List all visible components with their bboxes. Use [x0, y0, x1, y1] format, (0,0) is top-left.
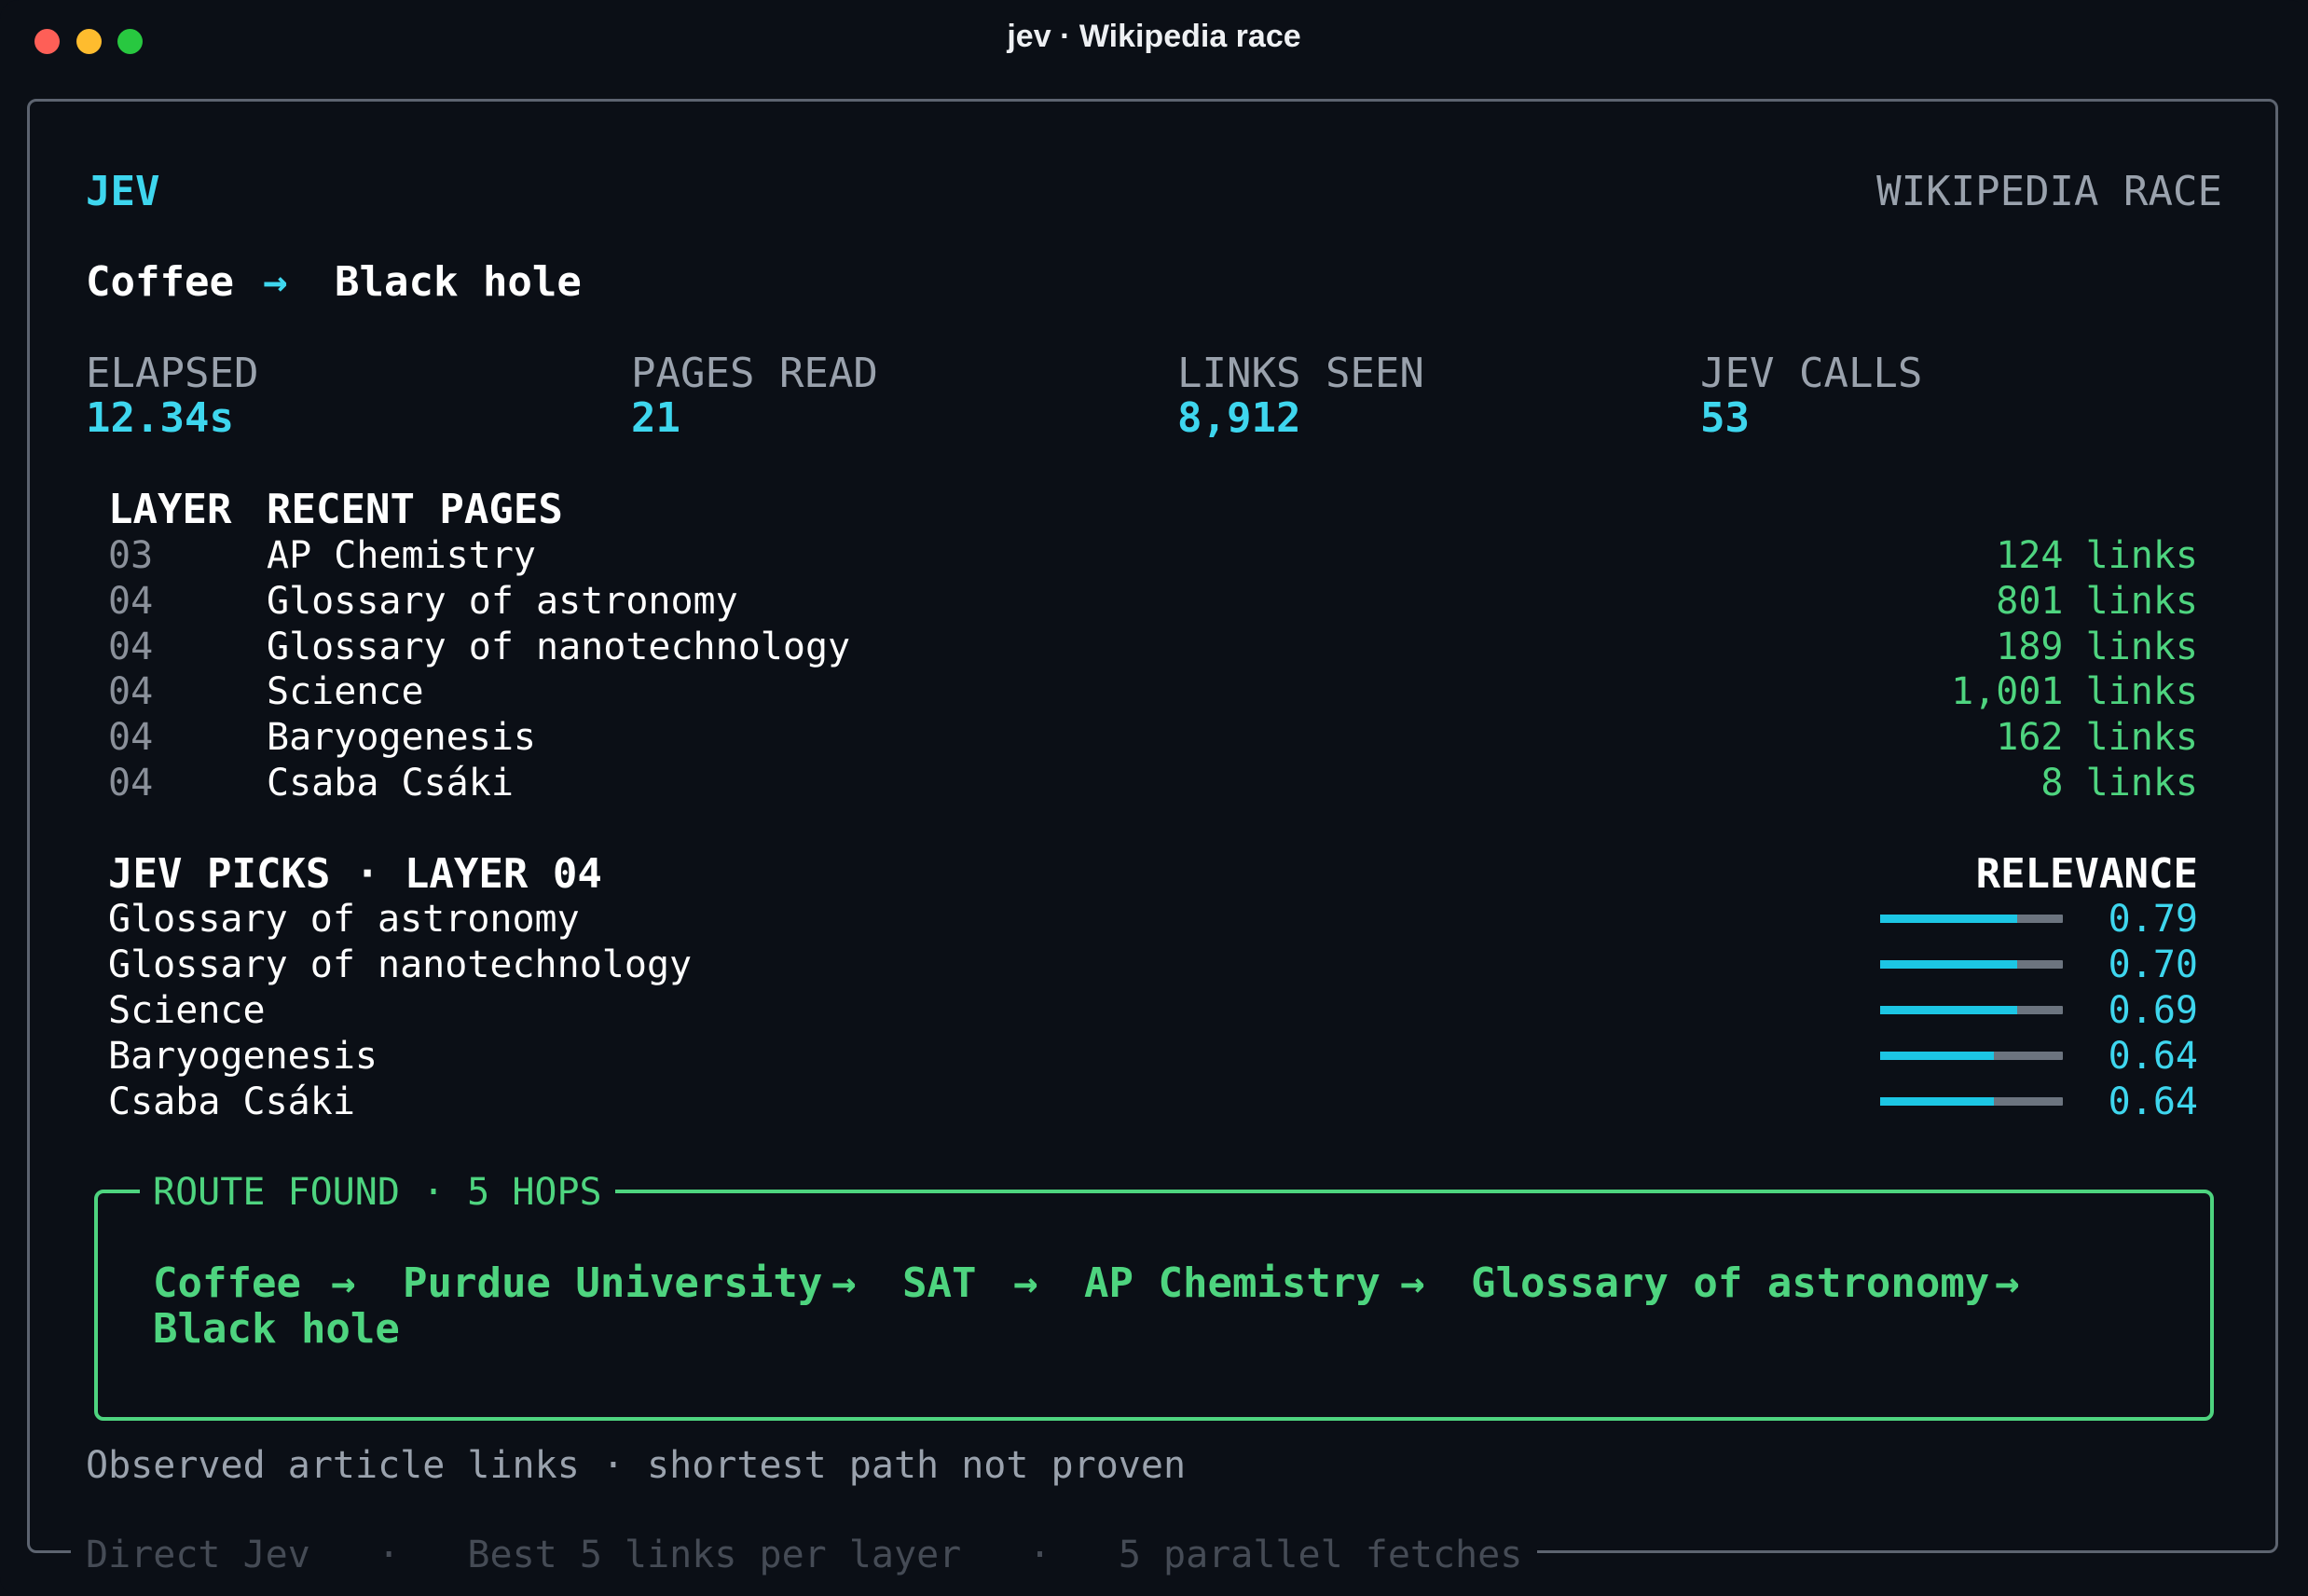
relevance-bar — [1880, 1006, 2063, 1014]
recent-row-layer: 04 — [108, 670, 154, 713]
route-arrow-icon: → — [1013, 1259, 1038, 1307]
relevance-value: 0.79 — [2108, 898, 2198, 941]
recent-row-links: 1,001 links — [1951, 670, 2198, 713]
relevance-header: RELEVANCE — [1975, 850, 2198, 898]
footer-links-per-layer: Best 5 links per layer — [467, 1534, 962, 1576]
stat-label-pages-read: PAGES READ — [631, 350, 878, 397]
footer-fetches: 5 parallel fetches — [1118, 1534, 1523, 1576]
picks-header: JEV PICKS · LAYER 04 — [108, 850, 602, 898]
route-note: Observed article links · shortest path n… — [86, 1444, 1187, 1487]
relevance-bar — [1880, 1097, 2063, 1106]
recent-row-links: 801 links — [1996, 580, 2198, 623]
recent-pages-header: RECENT PAGES — [267, 486, 563, 533]
recent-row-links: 162 links — [1996, 716, 2198, 759]
recent-row-layer: 04 — [108, 762, 154, 805]
stat-value-jev-calls: 53 — [1700, 394, 1750, 442]
pick-title[interactable]: Glossary of nanotechnology — [108, 942, 692, 988]
recent-row-layer: 03 — [108, 534, 154, 577]
stat-value-elapsed: 12.34s — [86, 394, 234, 442]
route-arrow-icon: → — [1400, 1259, 1425, 1307]
brand-label: JEV — [86, 168, 160, 215]
stat-label-elapsed: ELAPSED — [86, 350, 259, 397]
route-found-legend: ROUTE FOUND · 5 HOPS — [140, 1169, 615, 1216]
recent-row-title[interactable]: Baryogenesis — [267, 714, 536, 761]
relevance-value: 0.64 — [2108, 1080, 2198, 1123]
layer-column-header: LAYER — [108, 486, 232, 533]
route-arrow-icon: → — [1995, 1259, 2020, 1307]
footer-separator: · — [378, 1534, 401, 1576]
relevance-value: 0.69 — [2108, 989, 2198, 1032]
race-arrow-icon: → — [263, 258, 288, 306]
recent-row-title[interactable]: Glossary of nanotechnology — [267, 624, 850, 670]
stat-label-links-seen: LINKS SEEN — [1177, 350, 1424, 397]
pick-title[interactable]: Glossary of astronomy — [108, 896, 580, 942]
stat-value-links-seen: 8,912 — [1177, 394, 1301, 442]
recent-row-title[interactable]: AP Chemistry — [267, 532, 536, 579]
recent-row-title[interactable]: Csaba Csáki — [267, 760, 514, 806]
route-arrow-icon: → — [831, 1259, 857, 1307]
race-target: Black hole — [335, 258, 582, 306]
window-title: jev · Wikipedia race — [1007, 19, 1301, 54]
app-window: jev · Wikipedia race JEV WIKIPEDIA RACE … — [0, 0, 2308, 1596]
route-step[interactable]: Coffee — [153, 1260, 301, 1307]
route-step[interactable]: Black hole — [153, 1306, 400, 1353]
pick-title[interactable]: Science — [108, 987, 266, 1034]
mode-label: WIKIPEDIA RACE — [1876, 168, 2222, 215]
recent-row-links: 8 links — [2040, 762, 2198, 805]
footer-status: Direct Jev · Best 5 links per layer · 5 … — [71, 1532, 1538, 1578]
recent-row-links: 124 links — [1996, 534, 2198, 577]
route-step[interactable]: SAT — [902, 1260, 976, 1307]
relevance-bar — [1880, 960, 2063, 969]
recent-row-layer: 04 — [108, 716, 154, 759]
recent-row-layer: 04 — [108, 580, 154, 623]
relevance-bar — [1880, 1052, 2063, 1060]
title-bar: jev · Wikipedia race — [0, 0, 2308, 82]
recent-row-title[interactable]: Science — [267, 668, 424, 715]
footer-separator: · — [1028, 1534, 1051, 1576]
relevance-value: 0.70 — [2108, 943, 2198, 986]
stat-value-pages-read: 21 — [631, 394, 680, 442]
footer-mode: Direct Jev — [86, 1534, 310, 1576]
route-step[interactable]: Purdue University — [403, 1260, 822, 1307]
route-step[interactable]: Glossary of astronomy — [1471, 1260, 1989, 1307]
relevance-value: 0.64 — [2108, 1035, 2198, 1078]
race-start: Coffee — [86, 258, 234, 306]
stat-label-jev-calls: JEV CALLS — [1700, 350, 1923, 397]
recent-row-title[interactable]: Glossary of astronomy — [267, 578, 738, 625]
pick-title[interactable]: Csaba Csáki — [108, 1079, 355, 1125]
recent-row-layer: 04 — [108, 626, 154, 668]
route-step[interactable]: AP Chemistry — [1084, 1260, 1381, 1307]
recent-row-links: 189 links — [1996, 626, 2198, 668]
route-arrow-icon: → — [331, 1259, 356, 1307]
pick-title[interactable]: Baryogenesis — [108, 1033, 378, 1080]
relevance-bar — [1880, 915, 2063, 923]
